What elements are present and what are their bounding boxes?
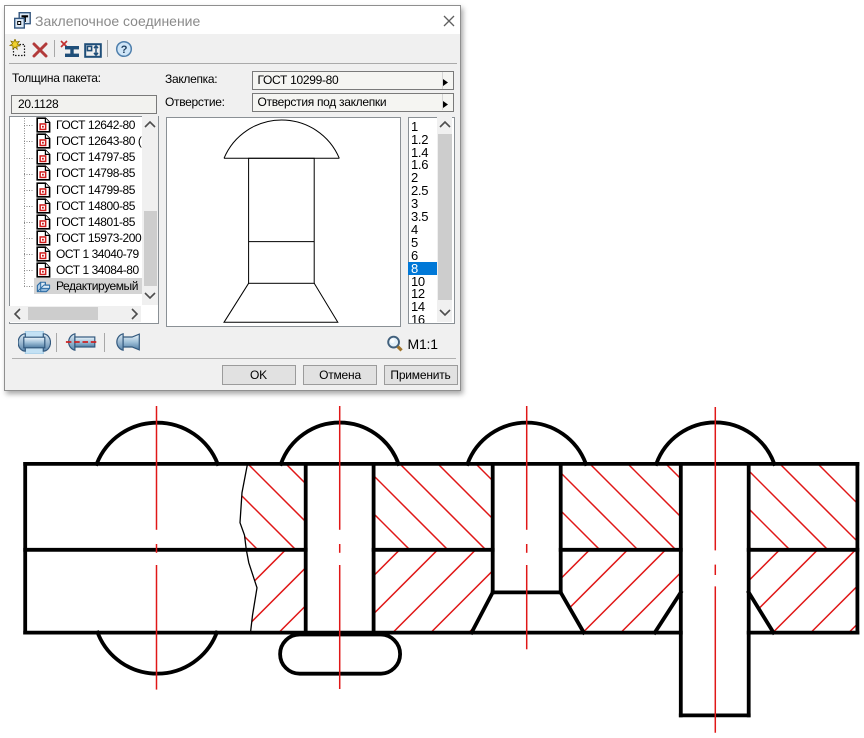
svg-text:?: ? xyxy=(121,44,128,56)
